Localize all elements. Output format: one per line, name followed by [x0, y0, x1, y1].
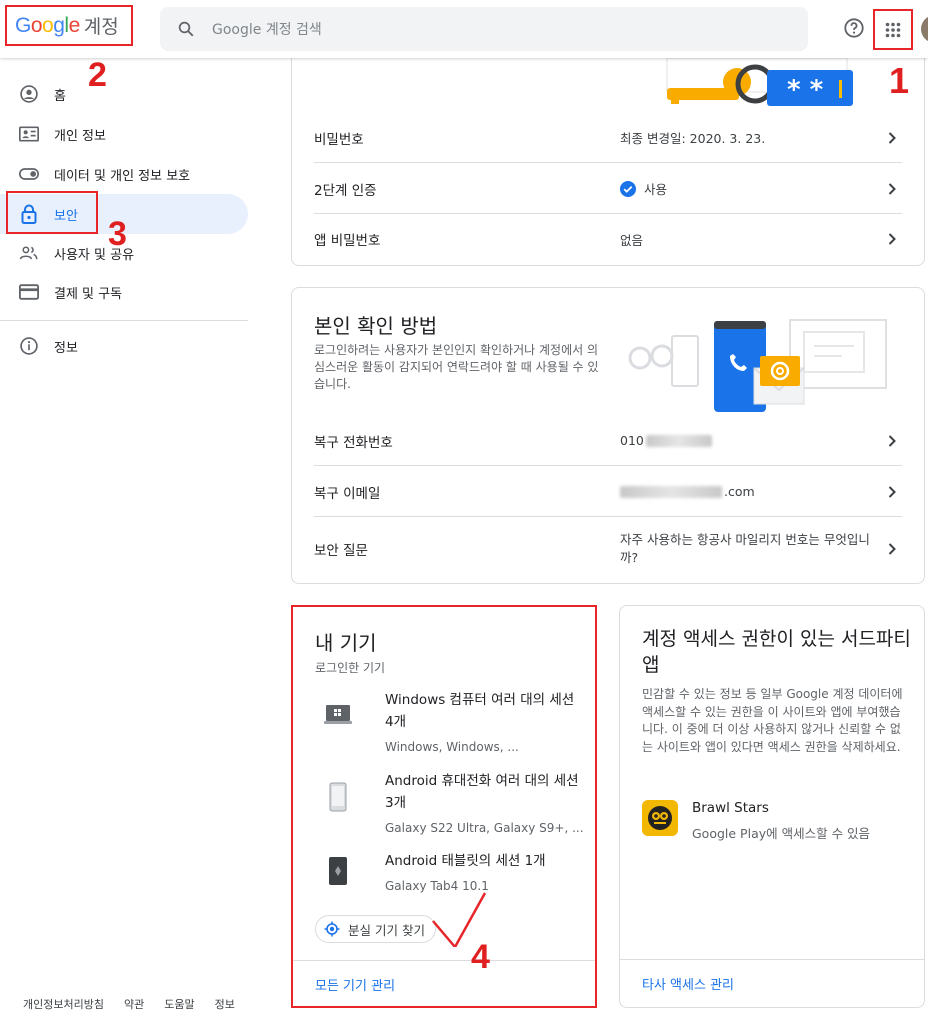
- row-value: .com: [724, 484, 755, 499]
- sidebar-footer: 개인정보처리방침 약관 도움말 정보: [23, 996, 235, 1012]
- two-step-row[interactable]: 2단계 인증 사용: [314, 164, 902, 214]
- chevron-right-icon: [882, 182, 902, 195]
- device-item[interactable]: Android 태블릿의 세션 1개 Galaxy Tab4 10.1: [315, 850, 575, 893]
- search-icon[interactable]: [160, 20, 212, 38]
- logo-label: 계정: [83, 16, 119, 38]
- annotation-3: 3: [108, 215, 127, 253]
- footer-privacy-link[interactable]: 개인정보처리방침: [23, 996, 104, 1012]
- security-question-row[interactable]: 보안 질문 자주 사용하는 항공사 마일리지 번호는 무엇입니까?: [314, 519, 902, 579]
- chevron-right-icon: [882, 434, 902, 447]
- annotation-1: 1: [889, 60, 910, 101]
- devices-card: 내 기기 로그인한 기기 Windows 컴퓨터 여러 대의 세션 4개 Win…: [291, 605, 597, 1008]
- sidebar-item-personal-info[interactable]: 개인 정보: [0, 114, 248, 154]
- card-subtitle: 로그인한 기기: [315, 661, 386, 675]
- sidebar-divider: [0, 320, 248, 321]
- blurred-text: [645, 434, 712, 447]
- device-name: Android 휴대전화 여러 대의 세션 3개: [385, 773, 579, 811]
- row-label: 복구 이메일: [314, 485, 381, 502]
- card-description: 민감할 수 있는 정보 등 일부 Google 계정 데이터에 액세스할 수 있…: [642, 687, 903, 754]
- app-name[interactable]: Brawl Stars: [692, 800, 769, 816]
- blurred-text: [620, 485, 722, 498]
- footer-help-link[interactable]: 도움말: [164, 996, 194, 1012]
- apps-grid-button[interactable]: [873, 9, 913, 50]
- device-detail: Galaxy S22 Ultra, Galaxy S9+, ...: [385, 821, 584, 835]
- manage-thirdparty-link[interactable]: 타사 액세스 관리: [642, 974, 734, 993]
- info-icon: [19, 336, 39, 356]
- google-account-logo[interactable]: Google 계정: [5, 5, 133, 46]
- row-label: 비밀번호: [314, 131, 364, 148]
- card-title: 내 기기: [315, 631, 377, 655]
- sidebar-item-label: 데이터 및 개인 정보 보호: [54, 168, 191, 184]
- device-name: Windows 컴퓨터 여러 대의 세션 4개: [385, 692, 575, 730]
- chevron-right-icon: [882, 131, 902, 144]
- chevron-right-icon: [882, 233, 902, 245]
- sidebar-item-label: 홈: [54, 88, 66, 104]
- footer-about-link[interactable]: 정보: [215, 996, 235, 1012]
- row-value: 010: [620, 433, 644, 448]
- recovery-email-row[interactable]: 복구 이메일 .com: [314, 467, 902, 517]
- footer-terms-link[interactable]: 약관: [124, 996, 144, 1012]
- sidebar-item-label: 개인 정보: [54, 128, 106, 144]
- chevron-right-icon: [882, 485, 902, 498]
- row-label: 2단계 인증: [314, 182, 377, 199]
- chip-label: 분실 기기 찾기: [348, 922, 425, 938]
- card-description: 로그인하려는 사용자가 본인인지 확인하거나 계정에서 의심스러운 활동이 감지…: [314, 343, 599, 391]
- locate-icon: [324, 921, 340, 937]
- laptop-icon: [315, 689, 361, 754]
- verify-illustration: [622, 316, 892, 416]
- card-title: 계정 액세스 권한이 있는 서드파티 앱: [642, 628, 911, 676]
- row-label: 보안 질문: [314, 543, 368, 559]
- account-circle-icon: [19, 84, 39, 104]
- sidebar-item-label: 정보: [54, 340, 78, 356]
- credit-card-icon: [19, 282, 39, 302]
- security-highlight-box: [6, 191, 98, 234]
- avatar[interactable]: [921, 15, 928, 43]
- password-row[interactable]: 비밀번호 최종 변경일: 2020. 3. 23.: [314, 113, 902, 163]
- find-device-chip[interactable]: 분실 기기 찾기: [315, 915, 436, 943]
- sidebar-item-about[interactable]: 정보: [0, 326, 248, 366]
- annotation-4: 4: [471, 938, 490, 976]
- row-value: 없음: [620, 232, 644, 248]
- row-value: 최종 변경일: 2020. 3. 23.: [620, 131, 766, 146]
- search-bar[interactable]: Google 계정 검색: [160, 7, 808, 51]
- google-logo: Google: [15, 13, 80, 37]
- app-password-row[interactable]: 앱 비밀번호 없음: [314, 214, 902, 264]
- row-label: 복구 전화번호: [314, 434, 393, 451]
- illustration-text: * *: [787, 75, 824, 105]
- card-divider: [620, 959, 924, 960]
- top-bar: Google 계정 Google 계정 검색: [0, 0, 928, 58]
- toggle-icon: [19, 164, 39, 184]
- recovery-phone-row[interactable]: 복구 전화번호 010: [314, 416, 902, 466]
- card-title: 본인 확인 방법: [314, 314, 438, 338]
- check-circle-icon: [620, 180, 636, 197]
- sidebar-item-data-privacy[interactable]: 데이터 및 개인 정보 보호: [0, 154, 248, 194]
- row-value: 자주 사용하는 항공사 마일리지 번호는 무엇입니까?: [620, 532, 870, 565]
- device-detail: Windows, Windows, ...: [385, 740, 519, 754]
- sidebar-item-home[interactable]: 홈: [0, 74, 248, 114]
- tablet-icon: [315, 850, 361, 893]
- row-label: 앱 비밀번호: [314, 233, 381, 249]
- app-access-detail: Google Play에 액세스할 수 있음: [692, 826, 871, 841]
- apps-grid-icon: [885, 22, 901, 37]
- search-input[interactable]: Google 계정 검색: [212, 19, 322, 39]
- sidebar-item-label: 결제 및 구독: [54, 286, 123, 302]
- keys-illustration: * *: [637, 57, 857, 110]
- verify-card: 본인 확인 방법 로그인하려는 사용자가 본인인지 확인하거나 계정에서 의심스…: [291, 287, 925, 584]
- help-icon[interactable]: [843, 17, 867, 41]
- device-item[interactable]: Windows 컴퓨터 여러 대의 세션 4개 Windows, Windows…: [315, 689, 585, 754]
- card-divider: [293, 960, 595, 961]
- brawl-stars-app-icon: [642, 800, 678, 836]
- sidebar-item-payments[interactable]: 결제 및 구독: [0, 272, 248, 312]
- annotation-2: 2: [88, 56, 107, 94]
- device-name: Android 태블릿의 세션 1개: [385, 853, 546, 869]
- device-item[interactable]: Android 휴대전화 여러 대의 세션 3개 Galaxy S22 Ultr…: [315, 770, 585, 835]
- people-icon: [19, 243, 39, 263]
- id-card-icon: [19, 124, 39, 144]
- thirdparty-card: 계정 액세스 권한이 있는 서드파티 앱 민감할 수 있는 정보 등 일부 Go…: [619, 605, 925, 1008]
- manage-devices-link[interactable]: 모든 기기 관리: [315, 975, 395, 994]
- chevron-right-icon: [882, 543, 902, 555]
- row-value: 사용: [644, 182, 668, 197]
- phone-icon: [315, 770, 361, 835]
